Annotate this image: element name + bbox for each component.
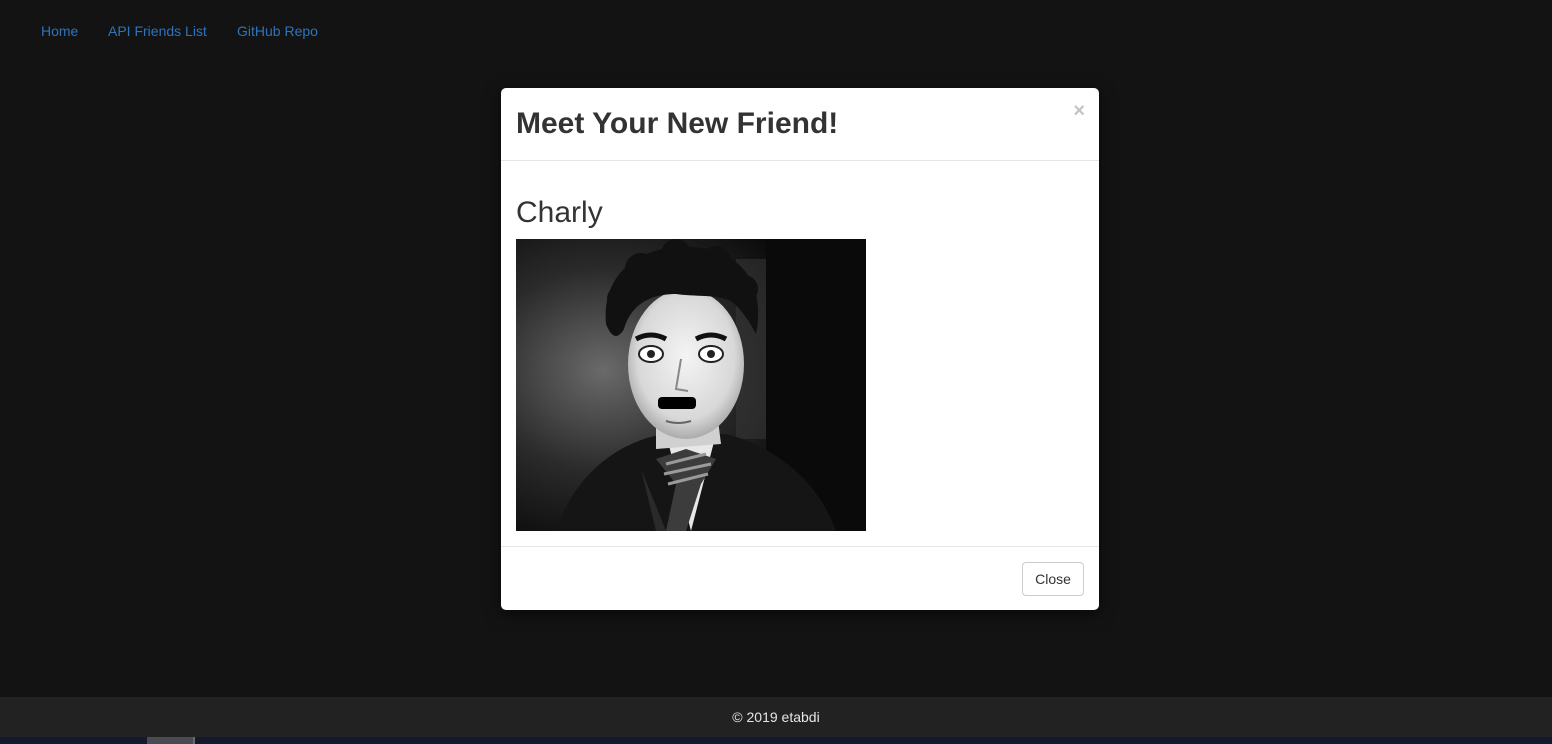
modal-header: Meet Your New Friend! × [501, 88, 1099, 161]
friend-photo [516, 239, 866, 531]
taskbar-strip [0, 737, 1552, 744]
nav-link-api-friends-list[interactable]: API Friends List [108, 22, 207, 40]
portrait-icon [516, 239, 866, 531]
close-icon[interactable]: × [1073, 101, 1085, 121]
page-footer: © 2019 etabdi [0, 697, 1552, 737]
taskbar-item[interactable] [147, 737, 195, 744]
modal-body: Charly [501, 161, 1099, 546]
friend-modal: Meet Your New Friend! × Charly Close [501, 88, 1099, 610]
copyright-text: © 2019 etabdi [732, 709, 820, 725]
top-navbar: Home API Friends List GitHub Repo [0, 0, 1552, 62]
page: Home API Friends List GitHub Repo Meet Y… [0, 0, 1552, 744]
nav-link-github-repo[interactable]: GitHub Repo [237, 22, 318, 40]
nav-link-home[interactable]: Home [41, 22, 78, 40]
modal-footer: Close [501, 546, 1099, 610]
friend-name: Charly [516, 196, 603, 229]
close-button[interactable]: Close [1022, 562, 1084, 596]
modal-title: Meet Your New Friend! [516, 107, 839, 140]
